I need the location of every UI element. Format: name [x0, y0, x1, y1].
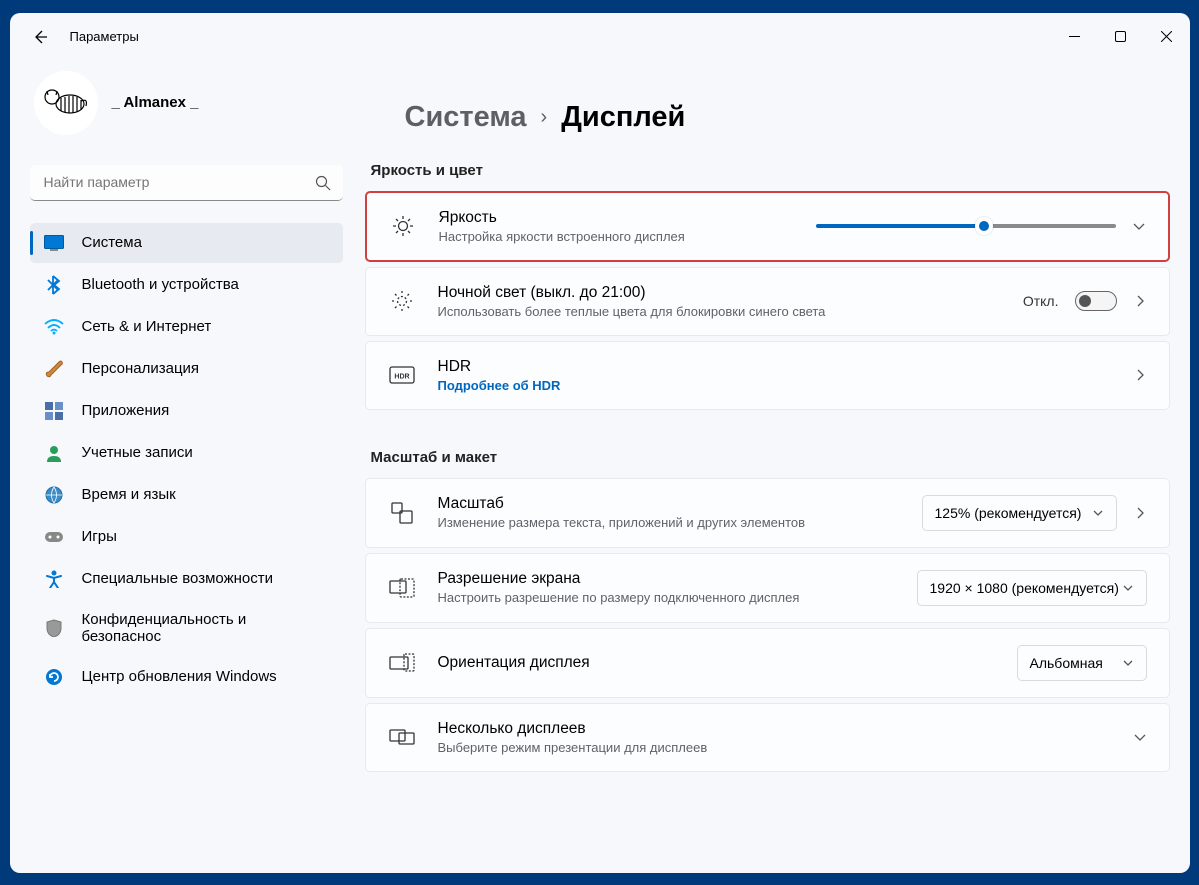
resolution-icon	[388, 578, 416, 598]
brightness-title: Яркость	[439, 209, 794, 227]
svg-text:HDR: HDR	[394, 374, 409, 381]
scale-title: Масштаб	[438, 495, 900, 513]
nav-item-accounts[interactable]: Учетные записи	[30, 433, 343, 473]
hdr-card[interactable]: HDR HDR Подробнее об HDR	[365, 341, 1170, 410]
orientation-title: Ориентация дисплея	[438, 654, 995, 672]
nav-item-privacy[interactable]: Конфиденциальность и безопаснос	[30, 601, 343, 655]
nav-item-accessibility[interactable]: Специальные возможности	[30, 559, 343, 599]
search-icon	[315, 175, 331, 191]
shield-icon	[44, 618, 64, 638]
person-icon	[44, 443, 64, 463]
orientation-icon	[388, 653, 416, 673]
main-content: Система › Дисплей Яркость и цвет Яркость…	[355, 61, 1190, 873]
update-icon	[44, 667, 64, 687]
nav-item-apps[interactable]: Приложения	[30, 391, 343, 431]
section-scale-layout: Масштаб и макет	[371, 449, 1170, 466]
sidebar: _ Almanex _ Система Bluetooth и устройст…	[10, 61, 355, 873]
breadcrumb: Система › Дисплей	[365, 101, 1170, 134]
resolution-title: Разрешение экрана	[438, 570, 895, 588]
section-brightness-color: Яркость и цвет	[371, 162, 1170, 179]
chevron-down-icon	[1122, 582, 1134, 594]
display-icon	[44, 233, 64, 253]
multiple-displays-card[interactable]: Несколько дисплеев Выберите режим презен…	[365, 703, 1170, 772]
nav-item-system[interactable]: Система	[30, 223, 343, 263]
resolution-subtitle: Настроить разрешение по размеру подключе…	[438, 590, 895, 605]
hdr-link[interactable]: Подробнее об HDR	[438, 378, 1111, 393]
scale-card[interactable]: Масштаб Изменение размера текста, прилож…	[365, 478, 1170, 548]
profile-block[interactable]: _ Almanex _	[30, 71, 343, 135]
nightlight-card[interactable]: Ночной свет (выкл. до 21:00) Использоват…	[365, 267, 1170, 336]
nav-item-bluetooth[interactable]: Bluetooth и устройства	[30, 265, 343, 305]
nav-item-time-language[interactable]: Время и язык	[30, 475, 343, 515]
nav-label: Специальные возможности	[82, 570, 274, 587]
brightness-subtitle: Настройка яркости встроенного дисплея	[439, 229, 794, 244]
brightness-card[interactable]: Яркость Настройка яркости встроенного ди…	[365, 191, 1170, 262]
nightlight-toggle[interactable]	[1075, 291, 1117, 311]
nav-label: Сеть & и Интернет	[82, 318, 212, 335]
nav-item-windows-update[interactable]: Центр обновления Windows	[30, 657, 343, 697]
chevron-down-icon	[1092, 507, 1104, 519]
nav-list: Система Bluetooth и устройства Сеть & и …	[30, 223, 343, 699]
close-button[interactable]	[1144, 17, 1190, 57]
nav-item-personalization[interactable]: Персонализация	[30, 349, 343, 389]
nav-label: Bluetooth и устройства	[82, 276, 239, 293]
accessibility-icon	[44, 569, 64, 589]
hdr-icon: HDR	[388, 366, 416, 384]
nav-label: Система	[82, 234, 142, 251]
nav-label: Персонализация	[82, 360, 200, 377]
chevron-down-icon	[1122, 657, 1134, 669]
nav-item-gaming[interactable]: Игры	[30, 517, 343, 557]
globe-icon	[44, 485, 64, 505]
back-button[interactable]	[30, 27, 50, 47]
titlebar: Параметры	[10, 13, 1190, 61]
hdr-title: HDR	[438, 358, 1111, 376]
wifi-icon	[44, 317, 64, 337]
breadcrumb-current: Дисплей	[561, 101, 685, 134]
maximize-button[interactable]	[1098, 17, 1144, 57]
night-icon	[388, 289, 416, 313]
scale-dropdown[interactable]: 125% (рекомендуется)	[922, 495, 1117, 531]
multiple-displays-title: Несколько дисплеев	[438, 720, 1111, 738]
nav-label: Время и язык	[82, 486, 176, 503]
nightlight-title: Ночной свет (выкл. до 21:00)	[438, 284, 1001, 302]
avatar	[34, 71, 98, 135]
window-title: Параметры	[70, 29, 139, 44]
expand-button[interactable]	[1132, 219, 1146, 233]
orientation-card[interactable]: Ориентация дисплея Альбомная	[365, 628, 1170, 698]
nav-item-network[interactable]: Сеть & и Интернет	[30, 307, 343, 347]
orientation-dropdown[interactable]: Альбомная	[1017, 645, 1147, 681]
bluetooth-icon	[44, 275, 64, 295]
multiple-displays-icon	[388, 727, 416, 747]
settings-window: Параметры _ Almanex _ Система Bluetooth …	[10, 13, 1190, 873]
chevron-right-icon[interactable]	[1133, 294, 1147, 308]
brightness-slider[interactable]	[816, 224, 1116, 228]
multiple-displays-subtitle: Выберите режим презентации для дисплеев	[438, 740, 1111, 755]
scale-icon	[388, 501, 416, 525]
nightlight-subtitle: Использовать более теплые цвета для блок…	[438, 304, 1001, 319]
sun-icon	[389, 214, 417, 238]
search-input[interactable]	[30, 165, 343, 201]
username: _ Almanex _	[112, 94, 199, 111]
gamepad-icon	[44, 527, 64, 547]
breadcrumb-parent[interactable]: Система	[405, 101, 527, 134]
chevron-right-icon[interactable]	[1133, 506, 1147, 520]
nav-label: Учетные записи	[82, 444, 193, 461]
nav-label: Центр обновления Windows	[82, 668, 277, 685]
expand-button[interactable]	[1133, 730, 1147, 744]
apps-icon	[44, 401, 64, 421]
minimize-button[interactable]	[1052, 17, 1098, 57]
chevron-right-icon[interactable]	[1133, 368, 1147, 382]
resolution-card[interactable]: Разрешение экрана Настроить разрешение п…	[365, 553, 1170, 623]
nav-label: Приложения	[82, 402, 170, 419]
resolution-dropdown[interactable]: 1920 × 1080 (рекомендуется)	[917, 570, 1147, 606]
nightlight-toggle-label: Откл.	[1023, 293, 1059, 309]
search-box	[30, 165, 343, 201]
nav-label: Игры	[82, 528, 117, 545]
scale-subtitle: Изменение размера текста, приложений и д…	[438, 515, 900, 530]
chevron-right-icon: ›	[541, 106, 548, 129]
brush-icon	[44, 359, 64, 379]
nav-label: Конфиденциальность и безопаснос	[82, 611, 329, 645]
